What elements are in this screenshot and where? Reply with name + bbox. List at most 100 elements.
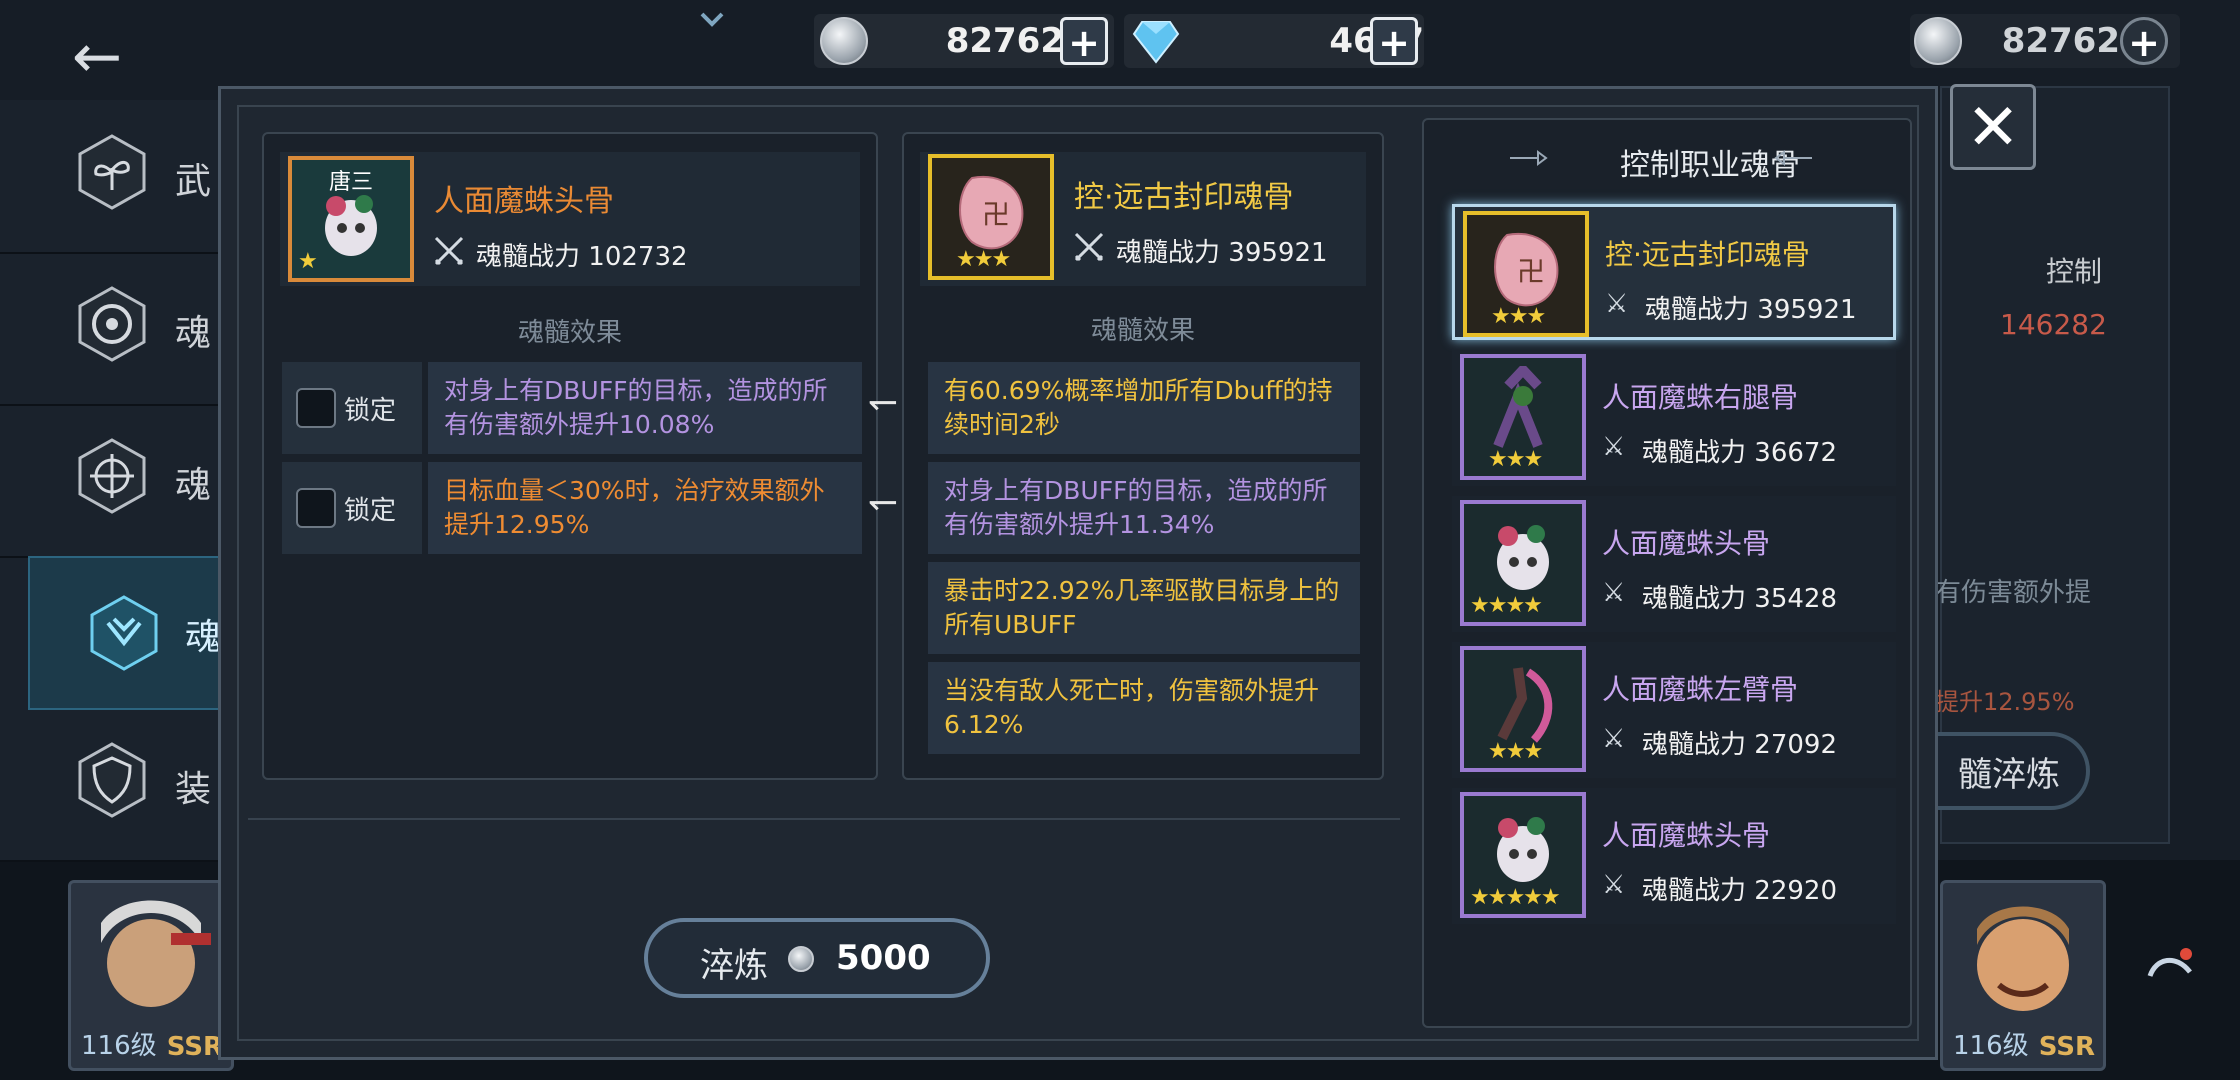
lock-toggle-1[interactable]: 锁定 [282,362,422,454]
power-value: 27092 [1754,730,1837,760]
title-ornament-right-icon [1774,148,1814,168]
soul-bone-icon [90,595,158,671]
new-effect-2: 对身上有DBUFF的目标，造成的所有伤害额外提升11.34% [928,462,1360,554]
crossed-swords-icon: ⚔ [1602,870,1626,900]
spider-skull-icon [325,195,377,256]
close-button[interactable]: ✕ [1950,84,2036,170]
hero-card-right[interactable]: 116级 SSR [1940,880,2106,1071]
current-item-name: 人面魔蛛头骨 [434,184,614,219]
new-effect-3: 暴击时22.92%几率驱散目标身上的所有UBUFF [928,562,1360,654]
list-item-power: 魂髓战力 36672 [1642,432,1837,469]
background-effect-text: 有伤害额外提 [1935,578,2092,608]
dropdown-chevron-icon[interactable] [700,10,724,30]
hero-card-left[interactable]: 116级 SSR [68,880,234,1071]
new-item-power: 魂髓战力 395921 [1116,232,1328,269]
background-control-value: 146282 [2000,308,2107,341]
sidebar-item-label: 魂 [175,465,212,506]
crossed-swords-icon: ⚔ [1602,724,1626,754]
star-rating: ★★★★★ [1470,885,1561,910]
sealed-bone-icon: 卍 [959,175,1024,250]
title-ornament-left-icon [1508,148,1548,168]
coin-amount: 82762 [2001,21,2120,61]
shield-icon [78,742,146,818]
power-value: 395921 [1228,238,1328,268]
power-label: 魂髓战力 [1642,584,1747,614]
power-value: 22920 [1754,876,1837,906]
list-item-3[interactable]: ★★★★ 人面魔蛛头骨 ⚔ 魂髓战力 35428 [1452,496,1896,632]
sidebar-item-label: 魂 [185,617,222,658]
lock-toggle-2[interactable]: 锁定 [282,462,422,554]
sidebar-item-label: 魂 [175,313,212,354]
spider-skull-icon [1497,525,1549,590]
list-item-name: 控·远古封印魂骨 [1605,238,1810,271]
current-item-icon[interactable]: 唐三 ★ [288,156,414,282]
list-item-icon: ★★★★★ [1460,792,1586,918]
diamond-icon [1132,21,1180,64]
refine-label: 淬炼 [700,946,768,986]
power-value: 395921 [1757,295,1857,325]
divider [248,818,1400,820]
crossed-swords-icon: ⚔ [1602,432,1626,462]
power-label: 魂髓战力 [1642,438,1747,468]
sidebar-item-2[interactable]: 魂 [0,254,225,406]
list-item-power: 魂髓战力 395921 [1645,289,1857,326]
new-effect-4: 当没有敌人死亡时，伤害额外提升6.12% [928,662,1360,754]
sidebar-item-1[interactable]: 武 [0,102,225,254]
background-attribute-panel [1940,86,2170,844]
background-effect-text: 提升12.95% [1935,688,2075,716]
list-item-4[interactable]: ★★★ 人面魔蛛左臂骨 ⚔ 魂髓战力 27092 [1452,642,1896,778]
power-value: 36672 [1754,438,1837,468]
back-arrow-icon[interactable]: ← [62,22,132,92]
coin-amount: 82762 [945,21,1064,61]
power-value: 35428 [1754,584,1837,614]
new-item-icon[interactable]: 卍 ★★★ [928,154,1054,280]
add-coins-button[interactable]: + [1060,17,1108,65]
list-item-2[interactable]: ★★★ 人面魔蛛右腿骨 ⚔ 魂髓战力 36672 [1452,350,1896,486]
background-control-label: 控制 [2046,255,2103,288]
lock-label: 锁定 [344,496,397,526]
lock-checkbox[interactable] [296,488,336,528]
star-rating: ★ [298,249,318,274]
current-effect-1: 对身上有DBUFF的目标，造成的所有伤害额外提升10.08% [428,362,862,454]
hero-portrait-icon [101,900,211,1007]
power-label: 魂髓战力 [1642,730,1747,760]
list-title: 控制职业魂骨 [1620,148,1800,183]
crossed-swords-icon: ⚔ [1605,289,1629,319]
star-rating: ★★★ [956,247,1011,272]
hero-level: 116级 [81,1031,157,1061]
crossed-swords-icon [432,234,466,268]
star-rating: ★★★ [1491,304,1546,329]
list-item-name: 人面魔蛛头骨 [1602,527,1771,560]
gear-icon [78,286,146,362]
silver-coin-icon [820,17,868,65]
hero-grade: SSR [2038,1032,2095,1062]
list-item-icon: 卍 ★★★ [1463,211,1589,337]
replace-arrow-icon: ↽ [868,382,899,423]
list-item-icon: ★★★ [1460,354,1586,480]
sidebar-item-active[interactable]: 魂 [28,556,232,710]
sidebar-item-label: 装 [175,769,212,810]
refine-button[interactable]: 淬炼 5000 [644,918,990,998]
hero-portrait-icon [1977,906,2069,1011]
sidebar-item-5[interactable]: 装 [0,710,225,862]
svg-text:卍: 卍 [982,198,1010,231]
sprout-icon [78,134,146,210]
effects-section-title: 魂髓效果 [517,318,622,348]
lock-checkbox[interactable] [296,388,336,428]
spider-skull-icon [1497,817,1549,882]
silver-coin-icon [1914,17,1962,65]
chat-bubble-icon[interactable] [2146,946,2194,986]
star-rating: ★★★ [1488,739,1543,764]
add-coins-button[interactable]: + [2120,17,2168,65]
list-item-1[interactable]: 卍 ★★★ 控·远古封印魂骨 ⚔ 魂髓战力 395921 [1452,204,1896,340]
add-gems-button[interactable]: + [1370,17,1418,65]
power-value: 102732 [588,242,688,272]
lock-label: 锁定 [344,396,397,426]
list-item-name: 人面魔蛛右腿骨 [1602,381,1799,414]
spider-leg-icon [1493,366,1543,448]
hero-grade: SSR [166,1032,223,1062]
crossed-swords-icon [1072,230,1106,264]
list-item-name: 人面魔蛛左臂骨 [1602,673,1799,706]
list-item-5[interactable]: ★★★★★ 人面魔蛛头骨 ⚔ 魂髓战力 22920 [1452,788,1896,924]
sidebar-item-3[interactable]: 魂 [0,406,225,558]
